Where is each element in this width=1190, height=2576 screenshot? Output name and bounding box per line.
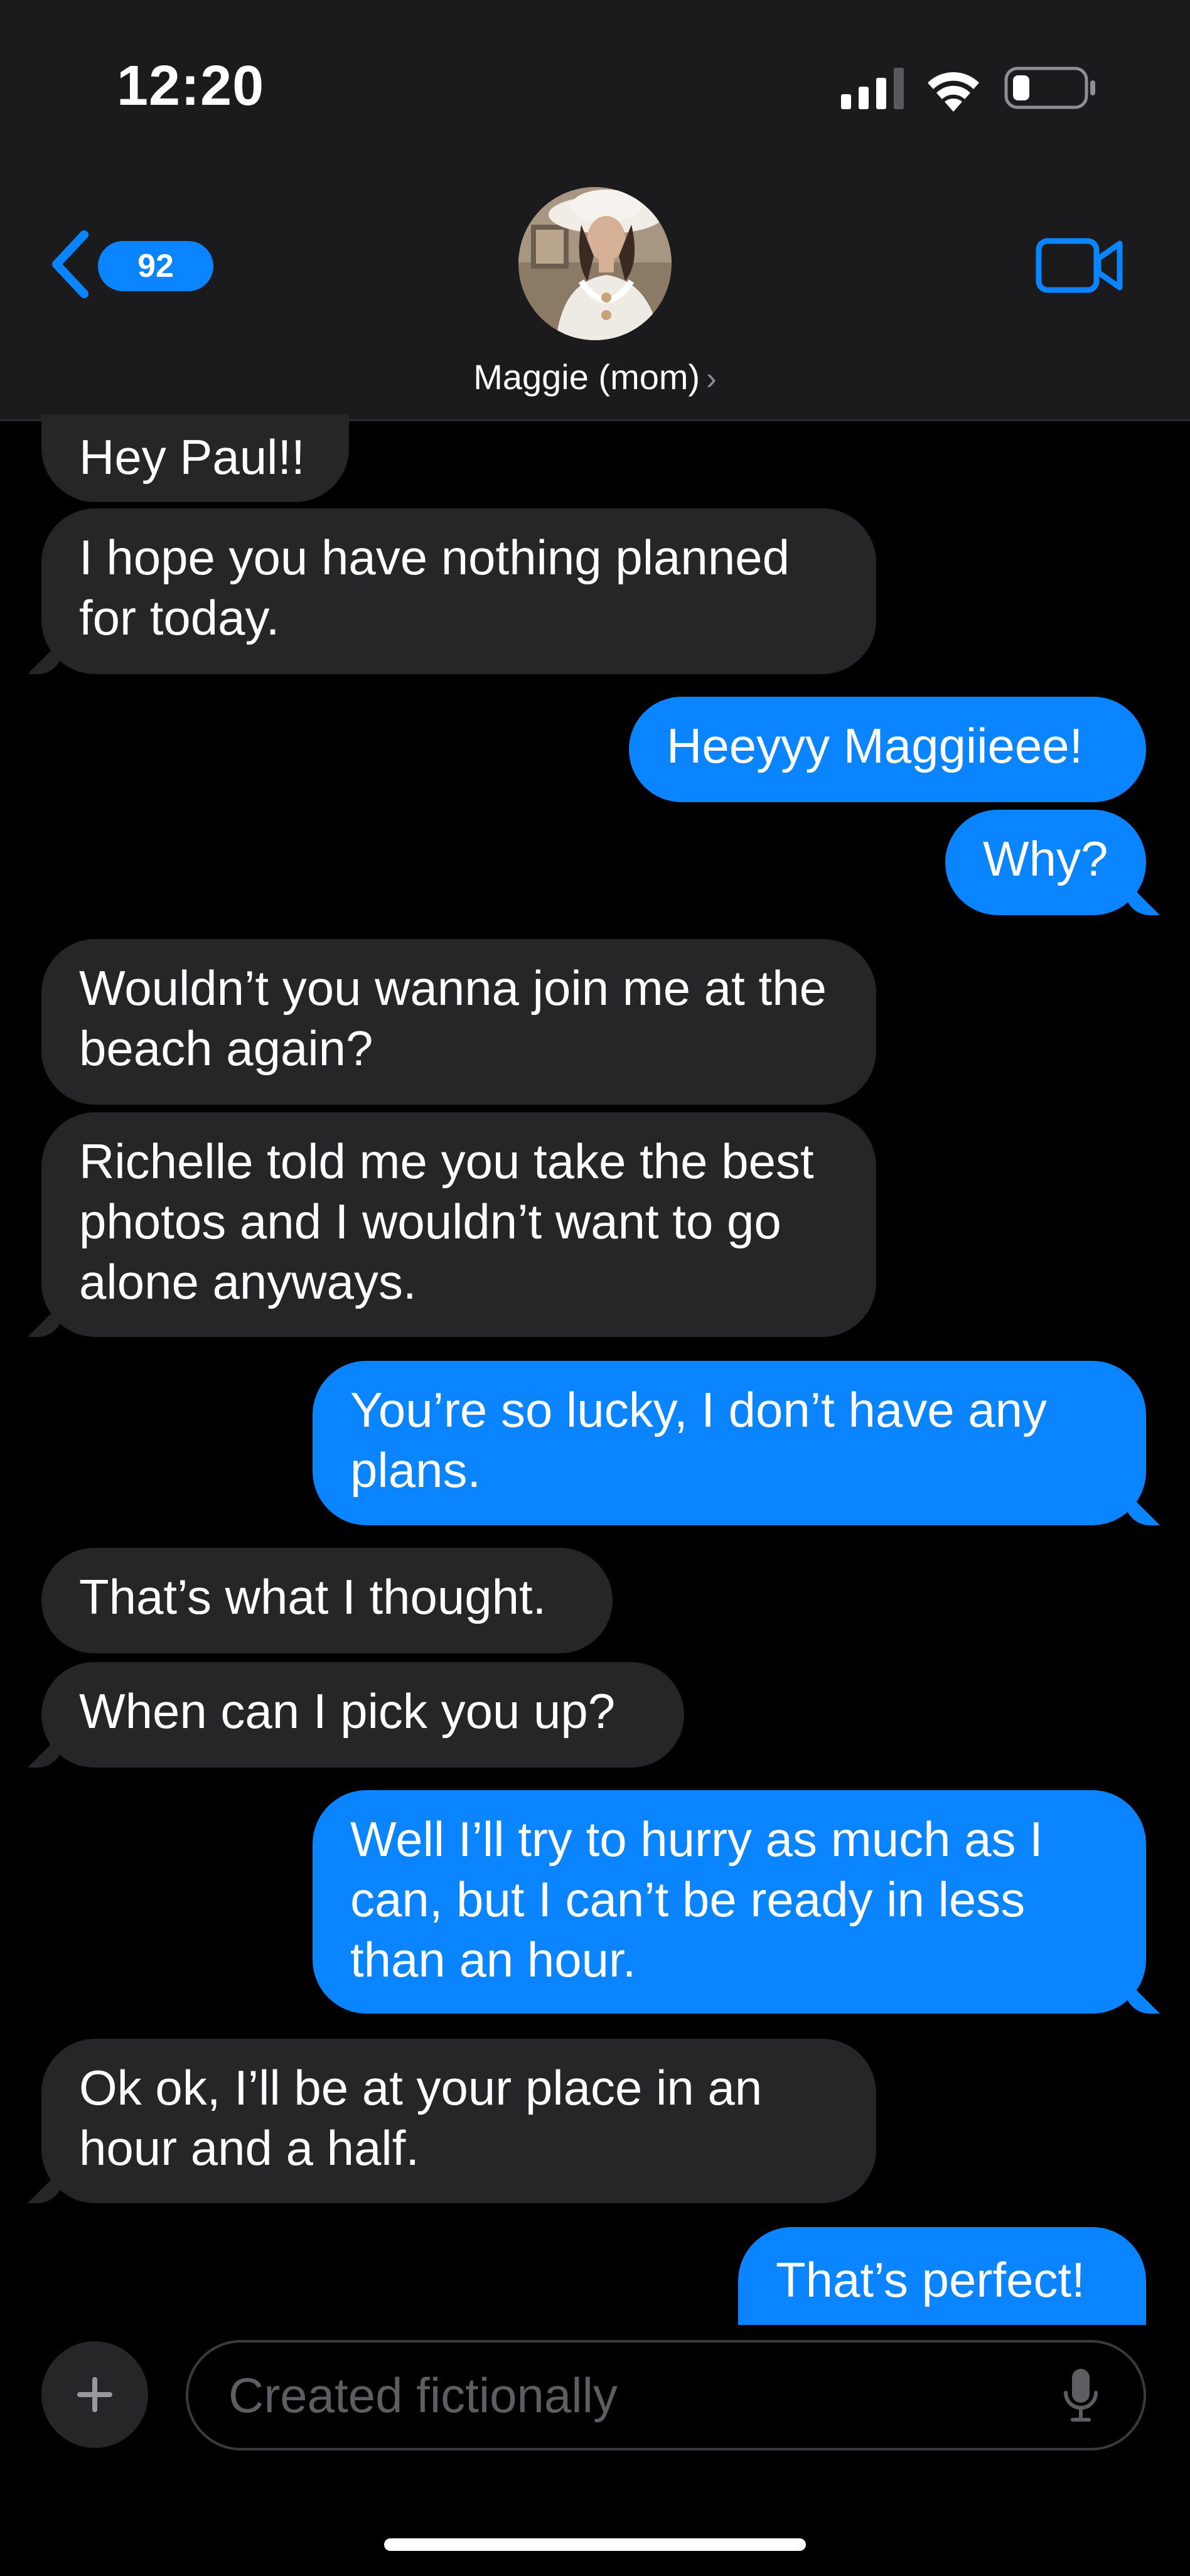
message-bubble-outgoing[interactable]: You’re so lucky, I don’t have any plans.: [313, 1361, 1146, 1525]
message-bubble-outgoing[interactable]: Well I’ll try to hurry as much as I can,…: [313, 1790, 1146, 2014]
message-bubble-incoming[interactable]: Hey Paul!!: [41, 414, 349, 502]
contact-name-button[interactable]: Maggie (mom) ›: [0, 357, 1190, 397]
chevron-right-icon: ›: [706, 361, 717, 396]
back-button[interactable]: 92: [48, 227, 213, 303]
conversation-header: 12:20 92 Maggie (mom) ›: [0, 0, 1190, 421]
cellular-signal-icon: [841, 68, 904, 109]
chevron-left-icon: [52, 230, 88, 298]
unread-count-badge: 92: [98, 241, 213, 291]
wifi-icon: [928, 72, 979, 112]
message-input-placeholder: Created fictionally: [228, 2368, 618, 2423]
video-camera-icon[interactable]: [1036, 236, 1123, 295]
message-bubble-incoming[interactable]: I hope you have nothing planned for toda…: [41, 508, 876, 674]
home-indicator[interactable]: [384, 2538, 806, 2551]
message-bubble-incoming[interactable]: That’s what I thought.: [41, 1548, 613, 1653]
avatar-photo: [518, 187, 672, 340]
message-input[interactable]: Created fictionally: [186, 2340, 1146, 2450]
status-time: 12:20: [117, 55, 265, 117]
message-bubble-incoming[interactable]: Ok ok, I’ll be at your place in an hour …: [41, 2039, 876, 2203]
contact-avatar[interactable]: [518, 187, 672, 340]
battery-icon: [1004, 67, 1095, 109]
contact-name: Maggie (mom): [473, 357, 700, 397]
message-bubble-incoming[interactable]: Wouldn’t you wanna join me at the beach …: [41, 939, 876, 1105]
message-bubble-incoming[interactable]: When can I pick you up?: [41, 1662, 684, 1768]
microphone-icon[interactable]: [1062, 2368, 1100, 2425]
message-bubble-outgoing[interactable]: Why?: [945, 810, 1146, 915]
message-bubble-outgoing[interactable]: Heeyyy Maggiieee!: [629, 697, 1146, 802]
message-bubble-outgoing[interactable]: That’s perfect!: [738, 2227, 1146, 2325]
message-bubble-incoming[interactable]: Richelle told me you take the best photo…: [41, 1112, 876, 1337]
add-attachment-button[interactable]: [41, 2341, 148, 2448]
plus-icon: [77, 2377, 112, 2412]
